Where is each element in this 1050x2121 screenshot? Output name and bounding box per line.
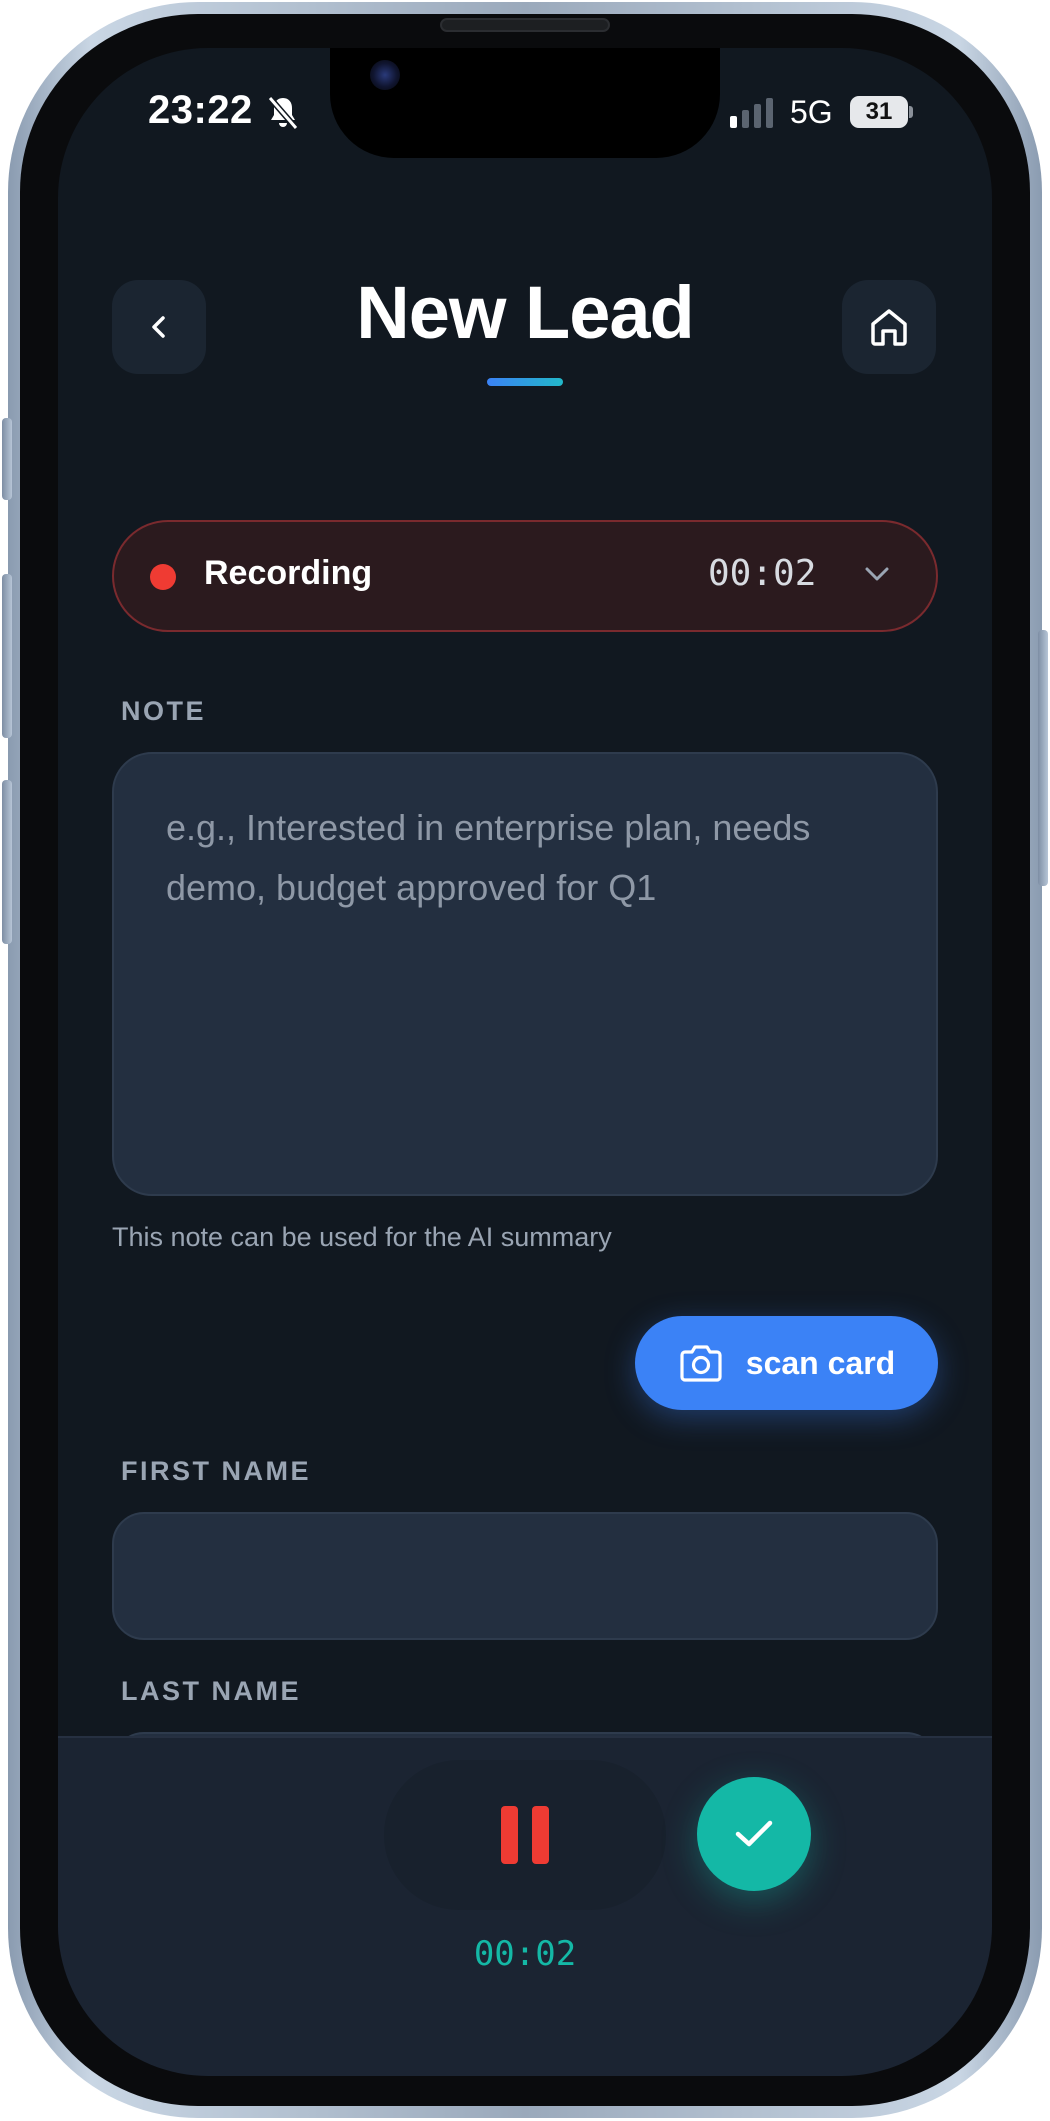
cellular-signal-icon xyxy=(730,98,773,128)
title-underline xyxy=(487,378,563,386)
confirm-button[interactable] xyxy=(697,1777,811,1891)
chevron-down-icon[interactable] xyxy=(862,562,892,586)
bell-slash-icon xyxy=(267,96,299,130)
dock-timer: 00:02 xyxy=(473,1934,577,1974)
recording-dot-icon xyxy=(150,564,176,590)
earpiece-speaker xyxy=(440,18,610,32)
front-camera xyxy=(370,60,400,90)
power-button xyxy=(1038,630,1048,886)
battery-level: 31 xyxy=(865,98,893,125)
first-name-label: FIRST NAME xyxy=(121,1456,311,1486)
pause-icon xyxy=(532,1806,549,1864)
note-input[interactable] xyxy=(112,752,938,1196)
battery-icon: 31 xyxy=(850,96,914,128)
scan-card-label: scan card xyxy=(745,1344,896,1381)
home-icon xyxy=(871,309,907,346)
recording-timer: 00:02 xyxy=(708,553,817,594)
scan-card-button[interactable]: scan card xyxy=(635,1316,938,1410)
volume-down-button xyxy=(2,780,12,944)
first-name-input[interactable] xyxy=(112,1512,938,1640)
status-time: 23:22 xyxy=(148,88,253,132)
last-name-label: LAST NAME xyxy=(121,1676,301,1706)
note-label: NOTE xyxy=(121,696,207,726)
mute-switch xyxy=(2,418,12,500)
camera-icon xyxy=(680,1345,722,1382)
volume-up-button xyxy=(2,574,12,738)
network-type: 5G xyxy=(790,94,833,130)
pause-icon xyxy=(501,1806,518,1864)
checkmark-icon xyxy=(735,1820,773,1847)
home-button[interactable] xyxy=(842,280,936,374)
note-hint: This note can be used for the AI summary xyxy=(112,1222,612,1252)
recording-label: Recording xyxy=(204,554,373,592)
pause-button[interactable] xyxy=(480,1790,570,1880)
